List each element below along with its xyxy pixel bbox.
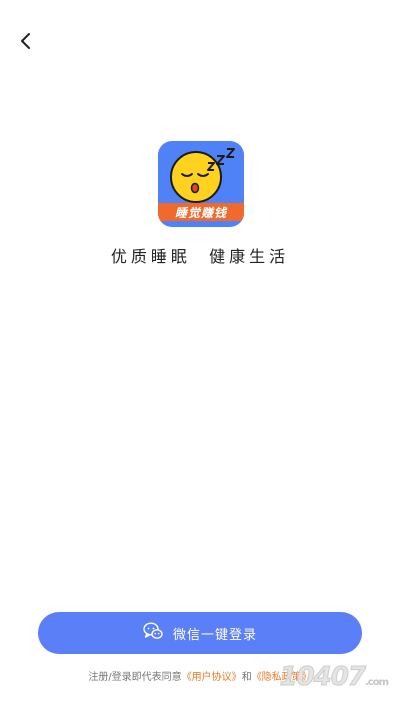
wechat-icon [143, 622, 163, 644]
chevron-left-icon [18, 32, 32, 54]
user-agreement-link[interactable]: 《用户协议》 [182, 672, 242, 683]
wechat-login-button[interactable]: 微信一键登录 [38, 612, 362, 654]
agreement-prefix: 注册/登录即代表同意 [88, 672, 182, 683]
wechat-login-label: 微信一键登录 [172, 627, 257, 643]
logo-banner: 睡觉赚钱 [158, 203, 244, 221]
slogan: 优质睡眠 健康生活 [110, 247, 290, 266]
app-logo: 睡觉赚钱 [158, 141, 244, 227]
logo-banner-text: 睡觉赚钱 [174, 205, 227, 220]
watermark-logo: 10407.com [279, 662, 389, 693]
agreement-and: 和 [241, 672, 252, 683]
back-button[interactable] [12, 30, 38, 56]
watermark-suffix: .com [364, 677, 389, 688]
login-page: 睡觉赚钱 优质睡眠 健康生活 微信一键登录 注册/登录即代表同意《用户协议》和《… [0, 0, 400, 710]
watermark-text: 10407 [279, 662, 366, 693]
